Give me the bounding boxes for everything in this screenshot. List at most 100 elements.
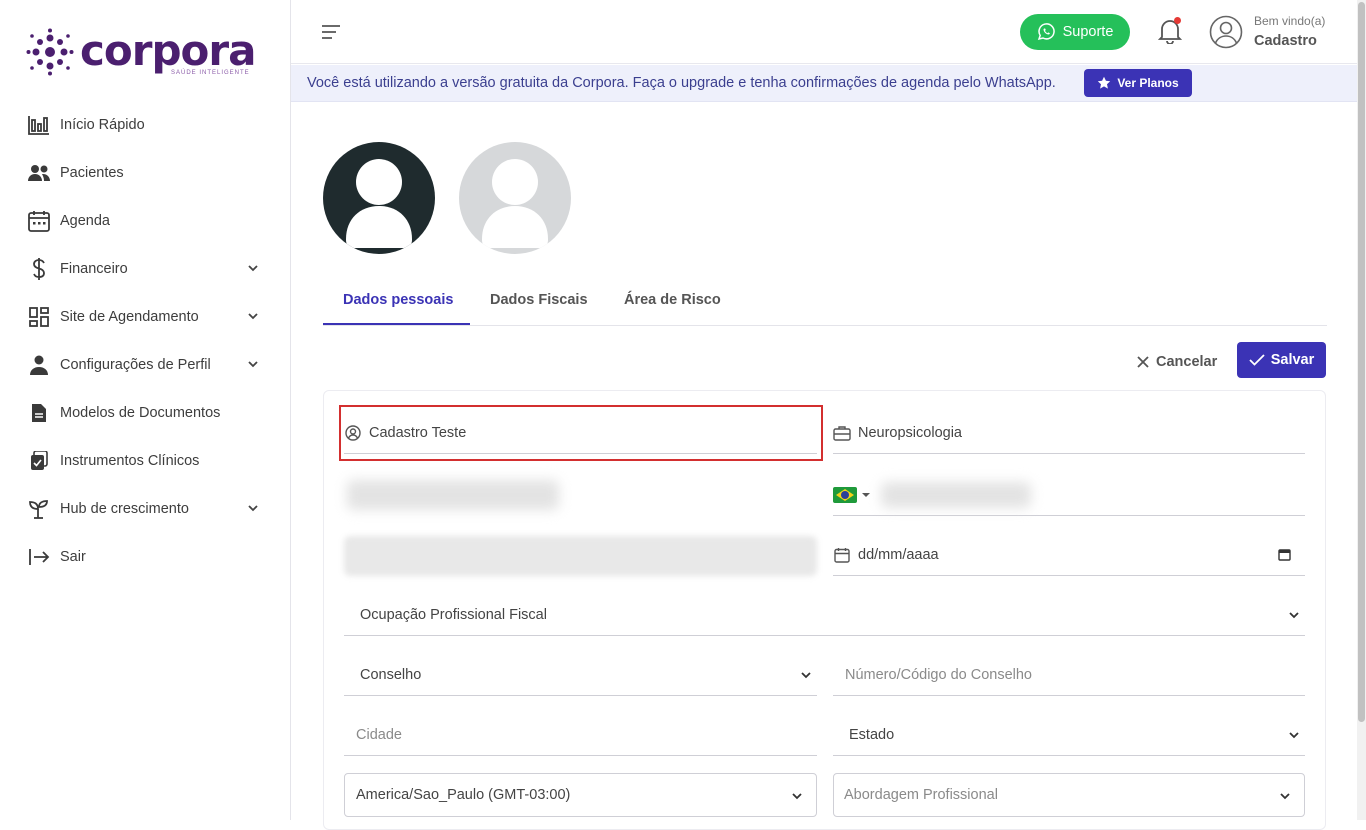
chevron-down-icon[interactable] bbox=[246, 501, 260, 515]
city-placeholder: Cidade bbox=[356, 726, 402, 743]
sidebar-item-label: Modelos de Documentos bbox=[60, 405, 221, 421]
sidebar-item-inicio-rapido[interactable]: Início Rápido bbox=[0, 101, 290, 149]
tab-dados-fiscais[interactable]: Dados Fiscais bbox=[490, 292, 588, 308]
chevron-down-icon[interactable] bbox=[246, 261, 260, 275]
phone-field[interactable] bbox=[833, 474, 1305, 516]
timezone-select-value: America/Sao_Paulo (GMT-03:00) bbox=[356, 787, 571, 803]
occupation-select[interactable]: Ocupação Profissional Fiscal bbox=[344, 594, 1305, 636]
see-plans-label: Ver Planos bbox=[1117, 76, 1179, 90]
corpora-logo[interactable]: corpora SAÚDE INTELIGENTE bbox=[26, 26, 256, 80]
sidebar-item-label: Pacientes bbox=[60, 165, 124, 181]
chevron-down-icon[interactable] bbox=[246, 309, 260, 323]
logo-wordmark: corpora bbox=[80, 26, 256, 75]
active-tab-indicator bbox=[323, 323, 470, 325]
sidebar-item-label: Sair bbox=[60, 549, 86, 565]
sprout-icon bbox=[28, 498, 50, 520]
upgrade-banner: Você está utilizando a versão gratuita d… bbox=[291, 65, 1357, 102]
cpf-field-blurred[interactable] bbox=[344, 536, 817, 576]
council-select-value: Conselho bbox=[360, 666, 422, 683]
timezone-select[interactable]: America/Sao_Paulo (GMT-03:00) bbox=[344, 773, 817, 817]
save-button[interactable]: Salvar bbox=[1237, 342, 1326, 378]
brazil-flag-icon[interactable] bbox=[833, 486, 857, 503]
tab-area-risco[interactable]: Área de Risco bbox=[624, 292, 721, 308]
council-select[interactable]: Conselho bbox=[344, 654, 817, 696]
chevron-down-icon bbox=[1289, 732, 1299, 739]
check-icon bbox=[1249, 354, 1265, 366]
sidebar-item-label: Site de Agendamento bbox=[60, 309, 199, 325]
sidebar: corpora SAÚDE INTELIGENTE Início Rápido … bbox=[0, 0, 291, 820]
cancel-button[interactable]: Cancelar bbox=[1136, 350, 1220, 374]
calendar-icon bbox=[833, 546, 851, 564]
welcome-text: Bem vindo(a) bbox=[1254, 14, 1326, 28]
save-button-label: Salvar bbox=[1270, 352, 1315, 368]
state-select-value: Estado bbox=[849, 726, 895, 743]
main-content: Suporte Bem vindo(a) Cadastro Você está … bbox=[291, 0, 1357, 830]
approach-select[interactable]: Abordagem Profissional bbox=[833, 773, 1305, 817]
clipboard-check-icon bbox=[28, 450, 50, 472]
profile-photo[interactable] bbox=[323, 142, 435, 254]
specialty-field[interactable]: Neuropsicologia bbox=[833, 412, 1305, 454]
council-number-placeholder: Número/Código do Conselho bbox=[845, 666, 1032, 683]
dashboard-grid-icon bbox=[28, 306, 50, 328]
support-button-label: Suporte bbox=[1062, 24, 1114, 40]
sidebar-nav: Início Rápido Pacientes Agenda Financeir… bbox=[0, 101, 290, 581]
sidebar-item-site-agendamento[interactable]: Site de Agendamento bbox=[0, 293, 290, 341]
sidebar-item-sair[interactable]: Sair bbox=[0, 533, 290, 581]
star-icon bbox=[1098, 76, 1111, 89]
document-icon bbox=[28, 402, 50, 424]
sidebar-item-label: Agenda bbox=[60, 213, 110, 229]
notification-dot bbox=[1174, 17, 1181, 24]
chevron-down-icon bbox=[1289, 612, 1299, 619]
notifications-button[interactable] bbox=[1157, 17, 1183, 45]
avatar-placeholder-icon bbox=[346, 159, 412, 248]
sidebar-item-modelos-documentos[interactable]: Modelos de Documentos bbox=[0, 389, 290, 437]
chevron-down-icon bbox=[792, 793, 802, 800]
logout-icon bbox=[28, 546, 50, 568]
chevron-down-icon[interactable] bbox=[246, 357, 260, 371]
caret-down-icon[interactable] bbox=[861, 490, 871, 500]
upgrade-banner-text: Você está utilizando a versão gratuita d… bbox=[307, 75, 1056, 91]
sidebar-item-label: Início Rápido bbox=[60, 117, 145, 133]
specialty-field-value: Neuropsicologia bbox=[858, 424, 962, 441]
birthdate-field[interactable]: dd/mm/aaaa bbox=[833, 534, 1305, 576]
dollar-icon bbox=[28, 258, 50, 280]
whatsapp-icon bbox=[1037, 23, 1055, 41]
phone-value-blurred bbox=[881, 481, 1031, 508]
see-plans-button[interactable]: Ver Planos bbox=[1084, 69, 1192, 97]
person-icon bbox=[28, 354, 50, 376]
sidebar-item-label: Hub de crescimento bbox=[60, 501, 189, 517]
city-input[interactable]: Cidade bbox=[344, 714, 817, 756]
logo-tagline: SAÚDE INTELIGENTE bbox=[171, 70, 250, 76]
scrollbar-thumb[interactable] bbox=[1358, 2, 1365, 722]
cancel-button-label: Cancelar bbox=[1156, 354, 1218, 370]
avatar-placeholder-icon bbox=[482, 159, 548, 248]
sidebar-item-hub-crescimento[interactable]: Hub de crescimento bbox=[0, 485, 290, 533]
sidebar-item-agenda[interactable]: Agenda bbox=[0, 197, 290, 245]
sidebar-item-instrumentos-clinicos[interactable]: Instrumentos Clínicos bbox=[0, 437, 290, 485]
focus-highlight-box bbox=[339, 405, 823, 461]
tab-dados-pessoais[interactable]: Dados pessoais bbox=[343, 292, 453, 308]
state-select[interactable]: Estado bbox=[833, 714, 1305, 756]
approach-placeholder: Abordagem Profissional bbox=[844, 787, 998, 803]
secondary-photo[interactable] bbox=[459, 142, 571, 254]
birthdate-field-value: dd/mm/aaaa bbox=[858, 546, 939, 563]
sidebar-item-financeiro[interactable]: Financeiro bbox=[0, 245, 290, 293]
top-bar: Suporte Bem vindo(a) Cadastro bbox=[291, 0, 1357, 64]
page-scrollbar[interactable] bbox=[1357, 0, 1366, 820]
chevron-down-icon bbox=[801, 672, 811, 679]
council-number-input[interactable]: Número/Código do Conselho bbox=[833, 654, 1305, 696]
profile-tabs: Dados pessoais Dados Fiscais Área de Ris… bbox=[323, 282, 1327, 326]
briefcase-icon bbox=[833, 424, 851, 442]
sidebar-item-configuracoes-perfil[interactable]: Configurações de Perfil bbox=[0, 341, 290, 389]
email-field-blurred[interactable] bbox=[347, 480, 559, 510]
users-icon bbox=[28, 162, 50, 184]
sidebar-item-label: Financeiro bbox=[60, 261, 128, 277]
menu-toggle-icon[interactable] bbox=[321, 23, 341, 41]
support-button[interactable]: Suporte bbox=[1020, 14, 1130, 50]
occupation-select-value: Ocupação Profissional Fiscal bbox=[360, 606, 547, 623]
sidebar-item-label: Instrumentos Clínicos bbox=[60, 453, 200, 469]
date-picker-icon[interactable] bbox=[1278, 548, 1291, 561]
sidebar-item-pacientes[interactable]: Pacientes bbox=[0, 149, 290, 197]
user-avatar-icon[interactable] bbox=[1209, 15, 1243, 49]
user-name[interactable]: Cadastro bbox=[1254, 33, 1317, 49]
